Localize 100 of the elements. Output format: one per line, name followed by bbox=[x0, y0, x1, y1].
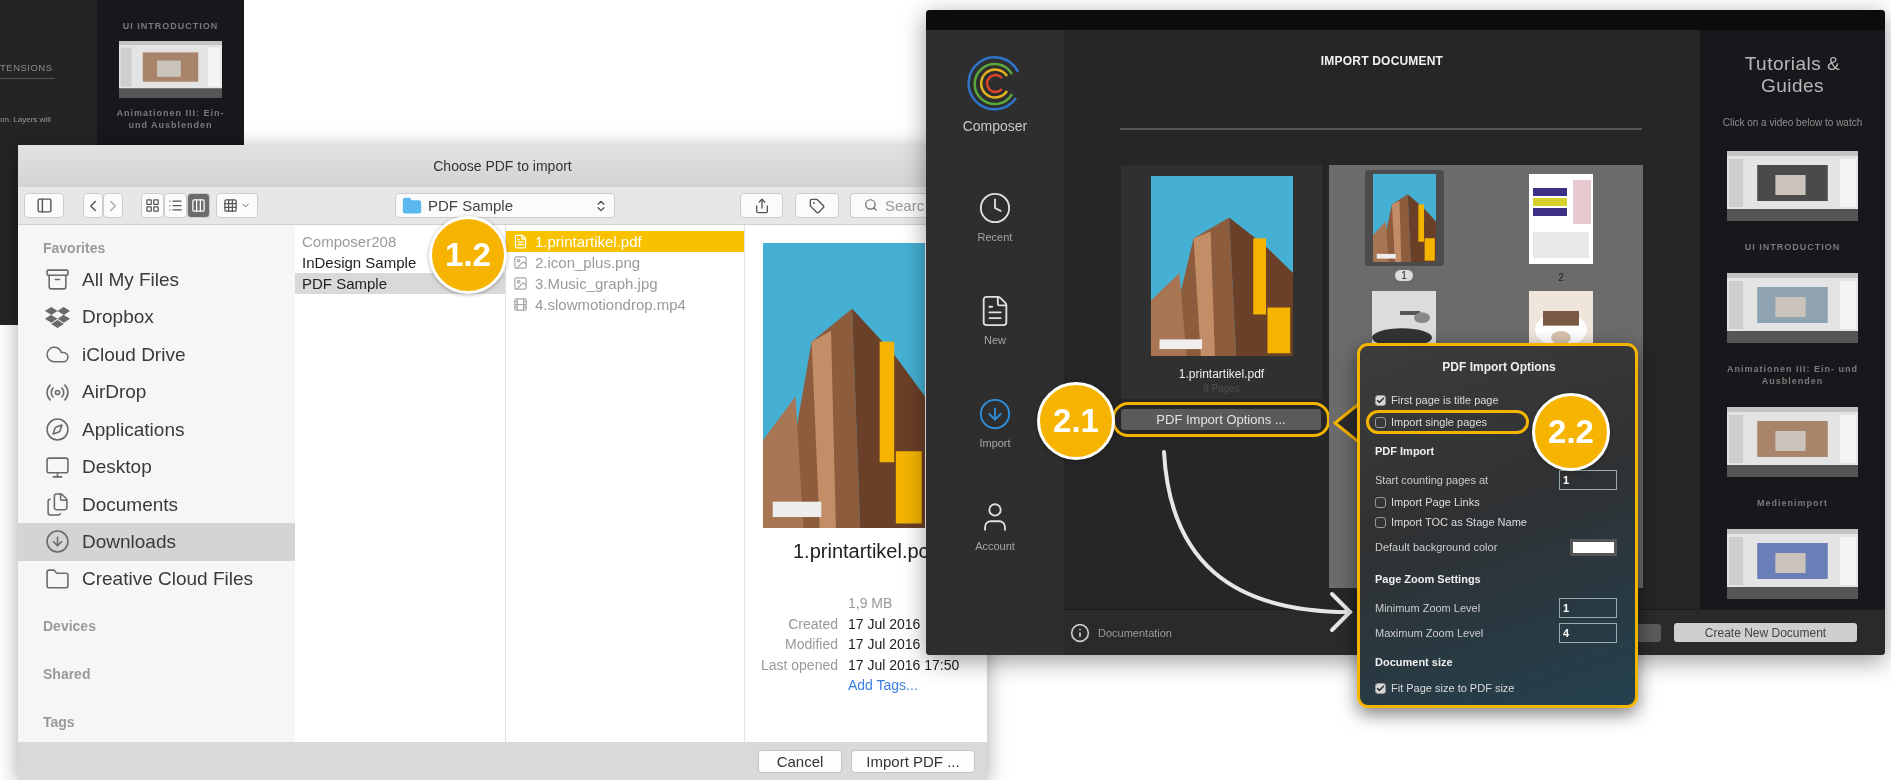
add-tags-link[interactable]: Add Tags... bbox=[848, 677, 987, 693]
field-label: Default background color bbox=[1375, 541, 1498, 553]
meta-label: Last opened bbox=[759, 656, 838, 673]
tutorial-title: UI INTRODUCTION bbox=[1743, 241, 1842, 253]
field-label: Minimum Zoom Level bbox=[1375, 601, 1481, 614]
section-heading: Page Zoom Settings bbox=[1375, 571, 1482, 587]
download-icon bbox=[45, 529, 70, 555]
monitor-icon bbox=[45, 454, 70, 480]
column-view-button[interactable] bbox=[187, 193, 210, 218]
number-field[interactable]: 1 bbox=[1559, 597, 1617, 618]
page-heading: IMPORT DOCUMENT bbox=[1320, 54, 1444, 68]
path-dropdown[interactable]: PDF Sample bbox=[395, 193, 615, 218]
app-name: Composer bbox=[962, 118, 1028, 134]
sidebar-item[interactable]: Creative Cloud Files bbox=[18, 560, 295, 599]
sidebar-item[interactable]: All My Files bbox=[18, 260, 295, 299]
cancel-button[interactable]: Cancel bbox=[758, 749, 842, 773]
sidebar-heading: Shared bbox=[42, 665, 92, 685]
dropbox-icon bbox=[45, 304, 70, 330]
sidebar-toggle-button[interactable] bbox=[24, 193, 64, 218]
sidebar-heading: Tags bbox=[42, 713, 76, 733]
share-icon bbox=[753, 197, 770, 214]
back-button[interactable] bbox=[83, 193, 103, 218]
tutorials-title: Tutorials & Guides bbox=[1743, 53, 1842, 97]
checkbox[interactable] bbox=[1375, 516, 1386, 528]
section-heading: Document size bbox=[1375, 654, 1454, 670]
film-icon bbox=[513, 297, 528, 312]
folder-icon bbox=[45, 566, 70, 592]
page-number: 2 bbox=[1557, 272, 1565, 283]
meta-label: Modified bbox=[784, 636, 838, 652]
clock-icon bbox=[978, 191, 1012, 225]
sidebar-item[interactable]: Applications bbox=[18, 410, 295, 449]
meta-value: 17 Jul 2016 bbox=[848, 615, 922, 632]
number-field[interactable]: 4 bbox=[1559, 622, 1617, 643]
tag-icon bbox=[809, 197, 825, 214]
checkbox[interactable] bbox=[1375, 416, 1386, 428]
compass-icon bbox=[45, 417, 70, 443]
folder-row[interactable]: InDesign Sample bbox=[295, 252, 425, 273]
tray-icon bbox=[45, 267, 70, 293]
meta-value: 17 Jul 2016 bbox=[848, 636, 922, 652]
tutorials-subtitle: Click on a video below to watch bbox=[1722, 117, 1863, 128]
sidebar-item[interactable]: Downloads bbox=[18, 523, 295, 561]
columns-icon bbox=[191, 198, 206, 213]
nav-item[interactable]: Import bbox=[975, 387, 1015, 490]
document-name: 1.printartikel.pdf bbox=[1178, 367, 1265, 381]
checkbox-option[interactable]: Import single pages bbox=[1366, 410, 1529, 434]
checkbox-option[interactable]: Import TOC as Stage Name bbox=[1375, 512, 1623, 532]
sidebar-item[interactable]: Dropbox bbox=[18, 298, 295, 336]
sidebar-item[interactable]: Documents bbox=[18, 485, 295, 524]
sidebar-item[interactable]: Desktop bbox=[18, 448, 295, 486]
list-view-button[interactable] bbox=[164, 193, 187, 218]
folder-icon bbox=[402, 195, 422, 216]
sidebar-item[interactable]: iCloud Drive bbox=[18, 335, 295, 374]
checkbox[interactable] bbox=[1375, 682, 1386, 694]
list-icon bbox=[168, 198, 183, 213]
meta-value: 17 Jul 2016 17:50 bbox=[848, 656, 961, 673]
create-document-button[interactable]: Create New Document bbox=[1674, 623, 1857, 642]
arrange-button[interactable] bbox=[216, 193, 258, 218]
sidebar-heading: Devices bbox=[42, 617, 97, 637]
import-options-button[interactable]: PDF Import Options ... bbox=[1121, 409, 1321, 430]
documentation-link[interactable]: Documentation bbox=[1098, 626, 1172, 639]
document-icon bbox=[513, 234, 528, 249]
download-icon bbox=[978, 397, 1012, 431]
file-size: 1,9 MB bbox=[848, 595, 894, 611]
tag-button[interactable] bbox=[795, 193, 839, 218]
tutorial-title: Animationen III: Ein- und Ausblenden bbox=[1726, 363, 1859, 387]
checkbox[interactable] bbox=[1375, 496, 1386, 508]
field-label: Start counting pages at bbox=[1375, 473, 1489, 486]
checkbox[interactable] bbox=[1375, 394, 1386, 406]
nav-item[interactable]: New bbox=[975, 284, 1015, 387]
description-text: on. Layers will bbox=[0, 115, 52, 124]
field-label: Maximum Zoom Level bbox=[1375, 626, 1484, 639]
nav-item[interactable]: Recent bbox=[975, 181, 1015, 284]
number-field[interactable]: 1 bbox=[1559, 469, 1617, 490]
nav-item[interactable]: Account bbox=[975, 490, 1015, 593]
window-title: Choose PDF to import bbox=[433, 158, 572, 174]
meta-label: Created bbox=[787, 615, 838, 632]
import-button[interactable]: Import PDF ... bbox=[851, 749, 975, 773]
tutorial-title: Animationen III: Ein- und Ausblenden bbox=[115, 107, 226, 131]
grid-icon bbox=[145, 198, 160, 213]
sidebar-icon bbox=[35, 197, 53, 214]
sidebar-item[interactable]: AirDrop bbox=[18, 373, 295, 411]
tutorial-title: Medienimport bbox=[1756, 497, 1829, 509]
tutorial-title: UI INTRODUCTION bbox=[121, 20, 220, 32]
search-icon bbox=[864, 198, 878, 212]
image-icon bbox=[513, 255, 528, 270]
color-swatch[interactable] bbox=[1570, 538, 1617, 556]
image-icon bbox=[513, 276, 528, 291]
search-field[interactable]: Searc bbox=[850, 193, 928, 218]
checkbox-option[interactable]: Fit Page size to PDF size bbox=[1375, 678, 1623, 698]
grid-view-button[interactable] bbox=[141, 193, 164, 218]
info-icon bbox=[1070, 622, 1090, 643]
section-title: TENSIONS bbox=[0, 62, 55, 79]
sidebar-heading: Favorites bbox=[42, 239, 107, 258]
share-button[interactable] bbox=[740, 193, 783, 218]
checkbox-option[interactable]: Import Page Links bbox=[1375, 492, 1623, 512]
grid-icon bbox=[223, 198, 238, 213]
documents-icon bbox=[45, 492, 70, 517]
section-heading: PDF Import bbox=[1375, 443, 1436, 459]
page-thumbnail[interactable] bbox=[1364, 170, 1444, 266]
popover-title: PDF Import Options bbox=[1442, 360, 1556, 374]
